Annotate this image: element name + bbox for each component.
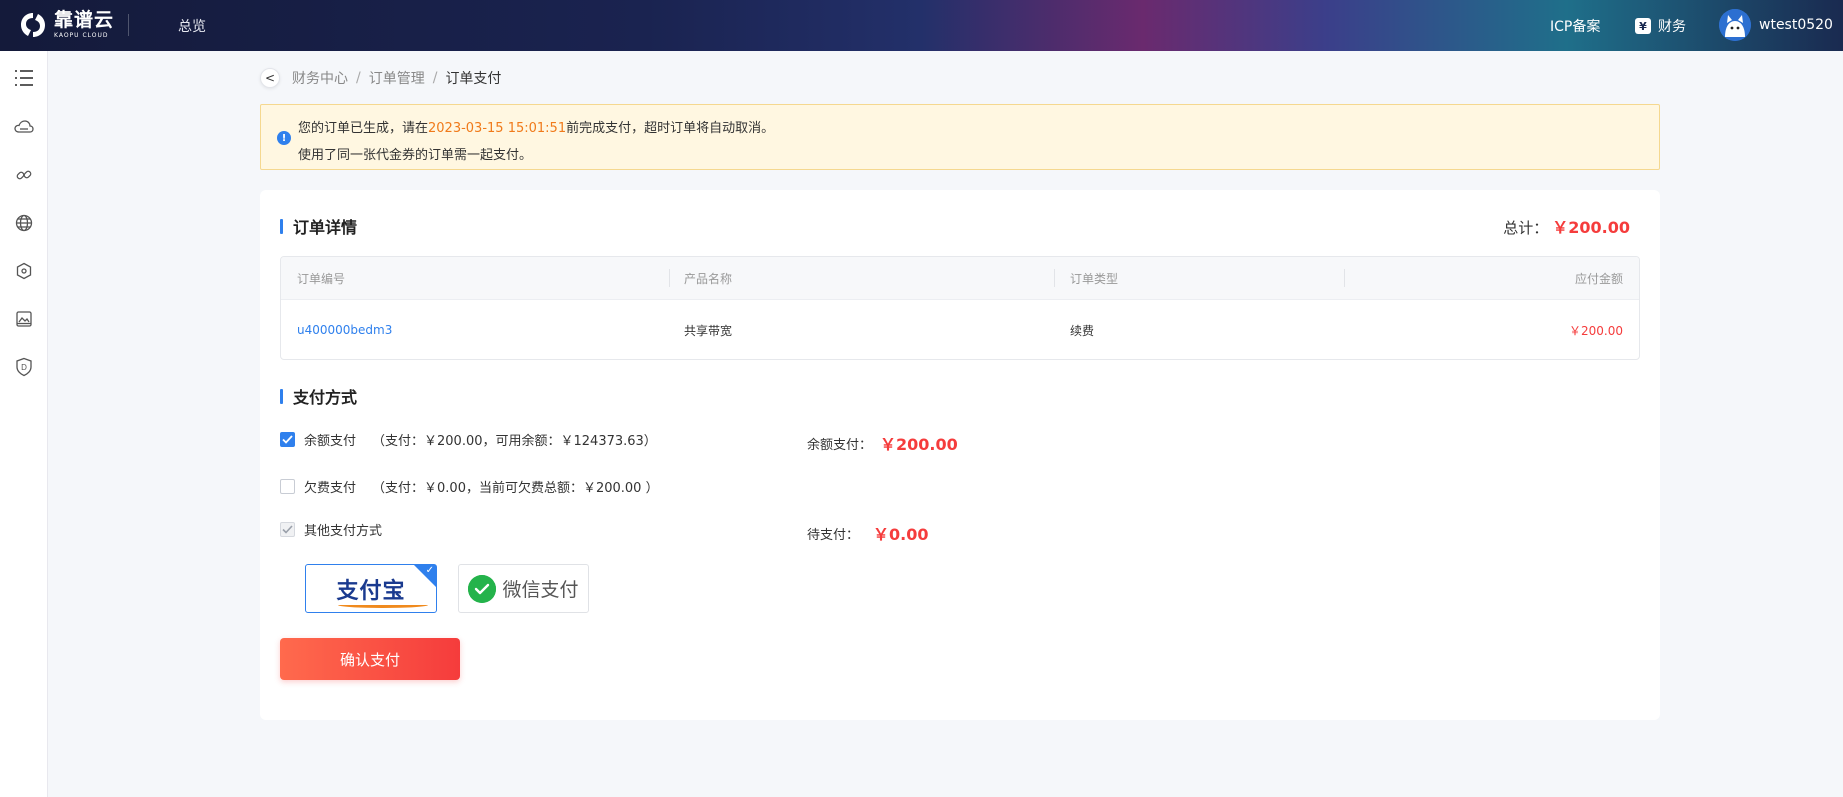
pending-pay-summary: 待支付： ￥0.00 [807,521,929,545]
back-button[interactable]: < [260,68,280,88]
other-pay-label: 其他支付方式 [304,524,383,539]
other-pay-checkbox [280,522,295,537]
network-icon[interactable] [12,259,36,283]
info-icon: ! [277,131,291,145]
column-product: 产品名称 [684,271,733,286]
alipay-option[interactable]: 支付宝 ✓ [305,564,437,613]
confirm-pay-button[interactable]: 确认支付 [280,638,460,680]
column-divider [669,269,670,287]
breadcrumb: < 财务中心 / 订单管理 / 订单支付 [260,68,501,88]
balance-pay-summary-label: 余额支付： [807,437,873,453]
logo[interactable]: 靠谱云 KAOPU CLOUD [18,10,114,40]
column-order-id: 订单编号 [297,271,346,286]
wechat-icon [468,574,497,603]
svg-text:D: D [21,363,27,372]
order-card: 订单详情 总计： ￥200.00 订单编号 产品名称 订单类型 应付金额 u400… [260,190,1660,720]
alipay-logo-text: 支付宝 [336,577,406,604]
total-value: ￥200.00 [1552,218,1630,237]
sidebar: D [0,51,48,797]
storage-icon[interactable] [12,307,36,331]
breadcrumb-item-orders[interactable]: 订单管理 [369,68,425,88]
credit-pay-option[interactable]: 欠费支付 （支付：￥0.00，当前可欠费总额：￥200.00 ） [280,477,659,496]
globe-icon[interactable] [12,211,36,235]
logo-mark-icon [18,10,48,40]
total-label: 总计： [1503,219,1549,237]
alipay-swoosh [338,602,429,608]
balance-pay-checkbox[interactable] [280,432,295,447]
column-type: 订单类型 [1070,271,1119,286]
alipay-logo: 支付宝 [336,573,429,608]
username: wtest0520 [1759,17,1833,33]
breadcrumb-item-payment: 订单支付 [445,71,502,87]
balance-pay-summary: 余额支付： ￥200.00 [807,431,958,455]
logo-subtext: KAOPU CLOUD [54,32,109,39]
nav-icp[interactable]: ICP备案 [1550,16,1600,36]
avatar [1719,9,1751,41]
notice-line-1: 您的订单已生成，请在2023-03-15 15:01:51前完成支付，超时订单将… [298,117,774,136]
product-name: 共享带宽 [684,323,733,338]
wechat-pay-label: 微信支付 [502,579,579,601]
checkmark-icon: ✓ [425,565,434,576]
table-header: 订单编号 产品名称 订单类型 应付金额 [281,257,1639,300]
column-divider [1054,269,1055,287]
shield-icon[interactable]: D [12,355,36,379]
credit-pay-detail: （支付：￥0.00，当前可欠费总额：￥200.00 ） [372,481,659,496]
balance-pay-summary-value: ￥200.00 [880,435,958,454]
table-row: u400000bedm3 共享带宽 续费 ￥200.00 [281,300,1639,359]
credit-pay-checkbox[interactable] [280,479,295,494]
nav-overview[interactable]: 总览 [178,16,206,36]
yen-icon: ¥ [1635,18,1651,34]
order-table: 订单编号 产品名称 订单类型 应付金额 u400000bedm3 共享带宽 续费… [280,256,1640,360]
credit-pay-label: 欠费支付 [304,481,357,496]
column-amount: 应付金额 [1574,271,1623,286]
order-type: 续费 [1070,323,1095,338]
notice-suffix: 前完成支付，超时订单将自动取消。 [566,121,775,136]
other-pay-option: 其他支付方式 [280,520,382,539]
order-id-link[interactable]: u400000bedm3 [297,300,392,359]
breadcrumb-item-finance[interactable]: 财务中心 [292,68,348,88]
nav-finance-label: 财务 [1658,19,1686,35]
pending-pay-value: ￥0.00 [873,525,929,544]
breadcrumb-separator: / [356,70,361,86]
notice-line-2: 使用了同一张代金券的订单需一起支付。 [298,148,533,163]
order-amount: ￥200.00 [1569,323,1623,338]
top-bar: 靠谱云 KAOPU CLOUD 总览 ICP备案 ¥ 财务 wtest0520 [0,0,1843,51]
balance-pay-label: 余额支付 [304,434,357,449]
pending-pay-label: 待支付： [807,527,860,543]
menu-icon[interactable] [12,66,36,90]
notice-prefix: 您的订单已生成，请在 [298,121,429,136]
user-menu[interactable]: wtest0520 [1719,9,1833,41]
cloud-icon[interactable] [12,115,36,139]
order-total: 总计： ￥200.00 [1503,214,1630,238]
notice-deadline: 2023-03-15 15:01:51 [428,121,567,136]
balance-pay-option[interactable]: 余额支付 （支付：￥200.00，可用余额：￥124373.63） [280,430,657,449]
column-divider [1344,269,1345,287]
order-detail-title: 订单详情 [280,214,357,238]
link-icon[interactable] [12,163,36,187]
wechat-pay-option[interactable]: 微信支付 [458,564,589,613]
nav-finance[interactable]: ¥ 财务 [1635,16,1686,36]
order-notice: ! 您的订单已生成，请在2023-03-15 15:01:51前完成支付，超时订… [260,104,1660,170]
logo-text: 靠谱云 [54,9,115,31]
header-divider [128,14,129,36]
payment-method-title: 支付方式 [280,384,357,408]
breadcrumb-separator: / [432,70,438,86]
balance-pay-detail: （支付：￥200.00，可用余额：￥124373.63） [372,434,657,449]
